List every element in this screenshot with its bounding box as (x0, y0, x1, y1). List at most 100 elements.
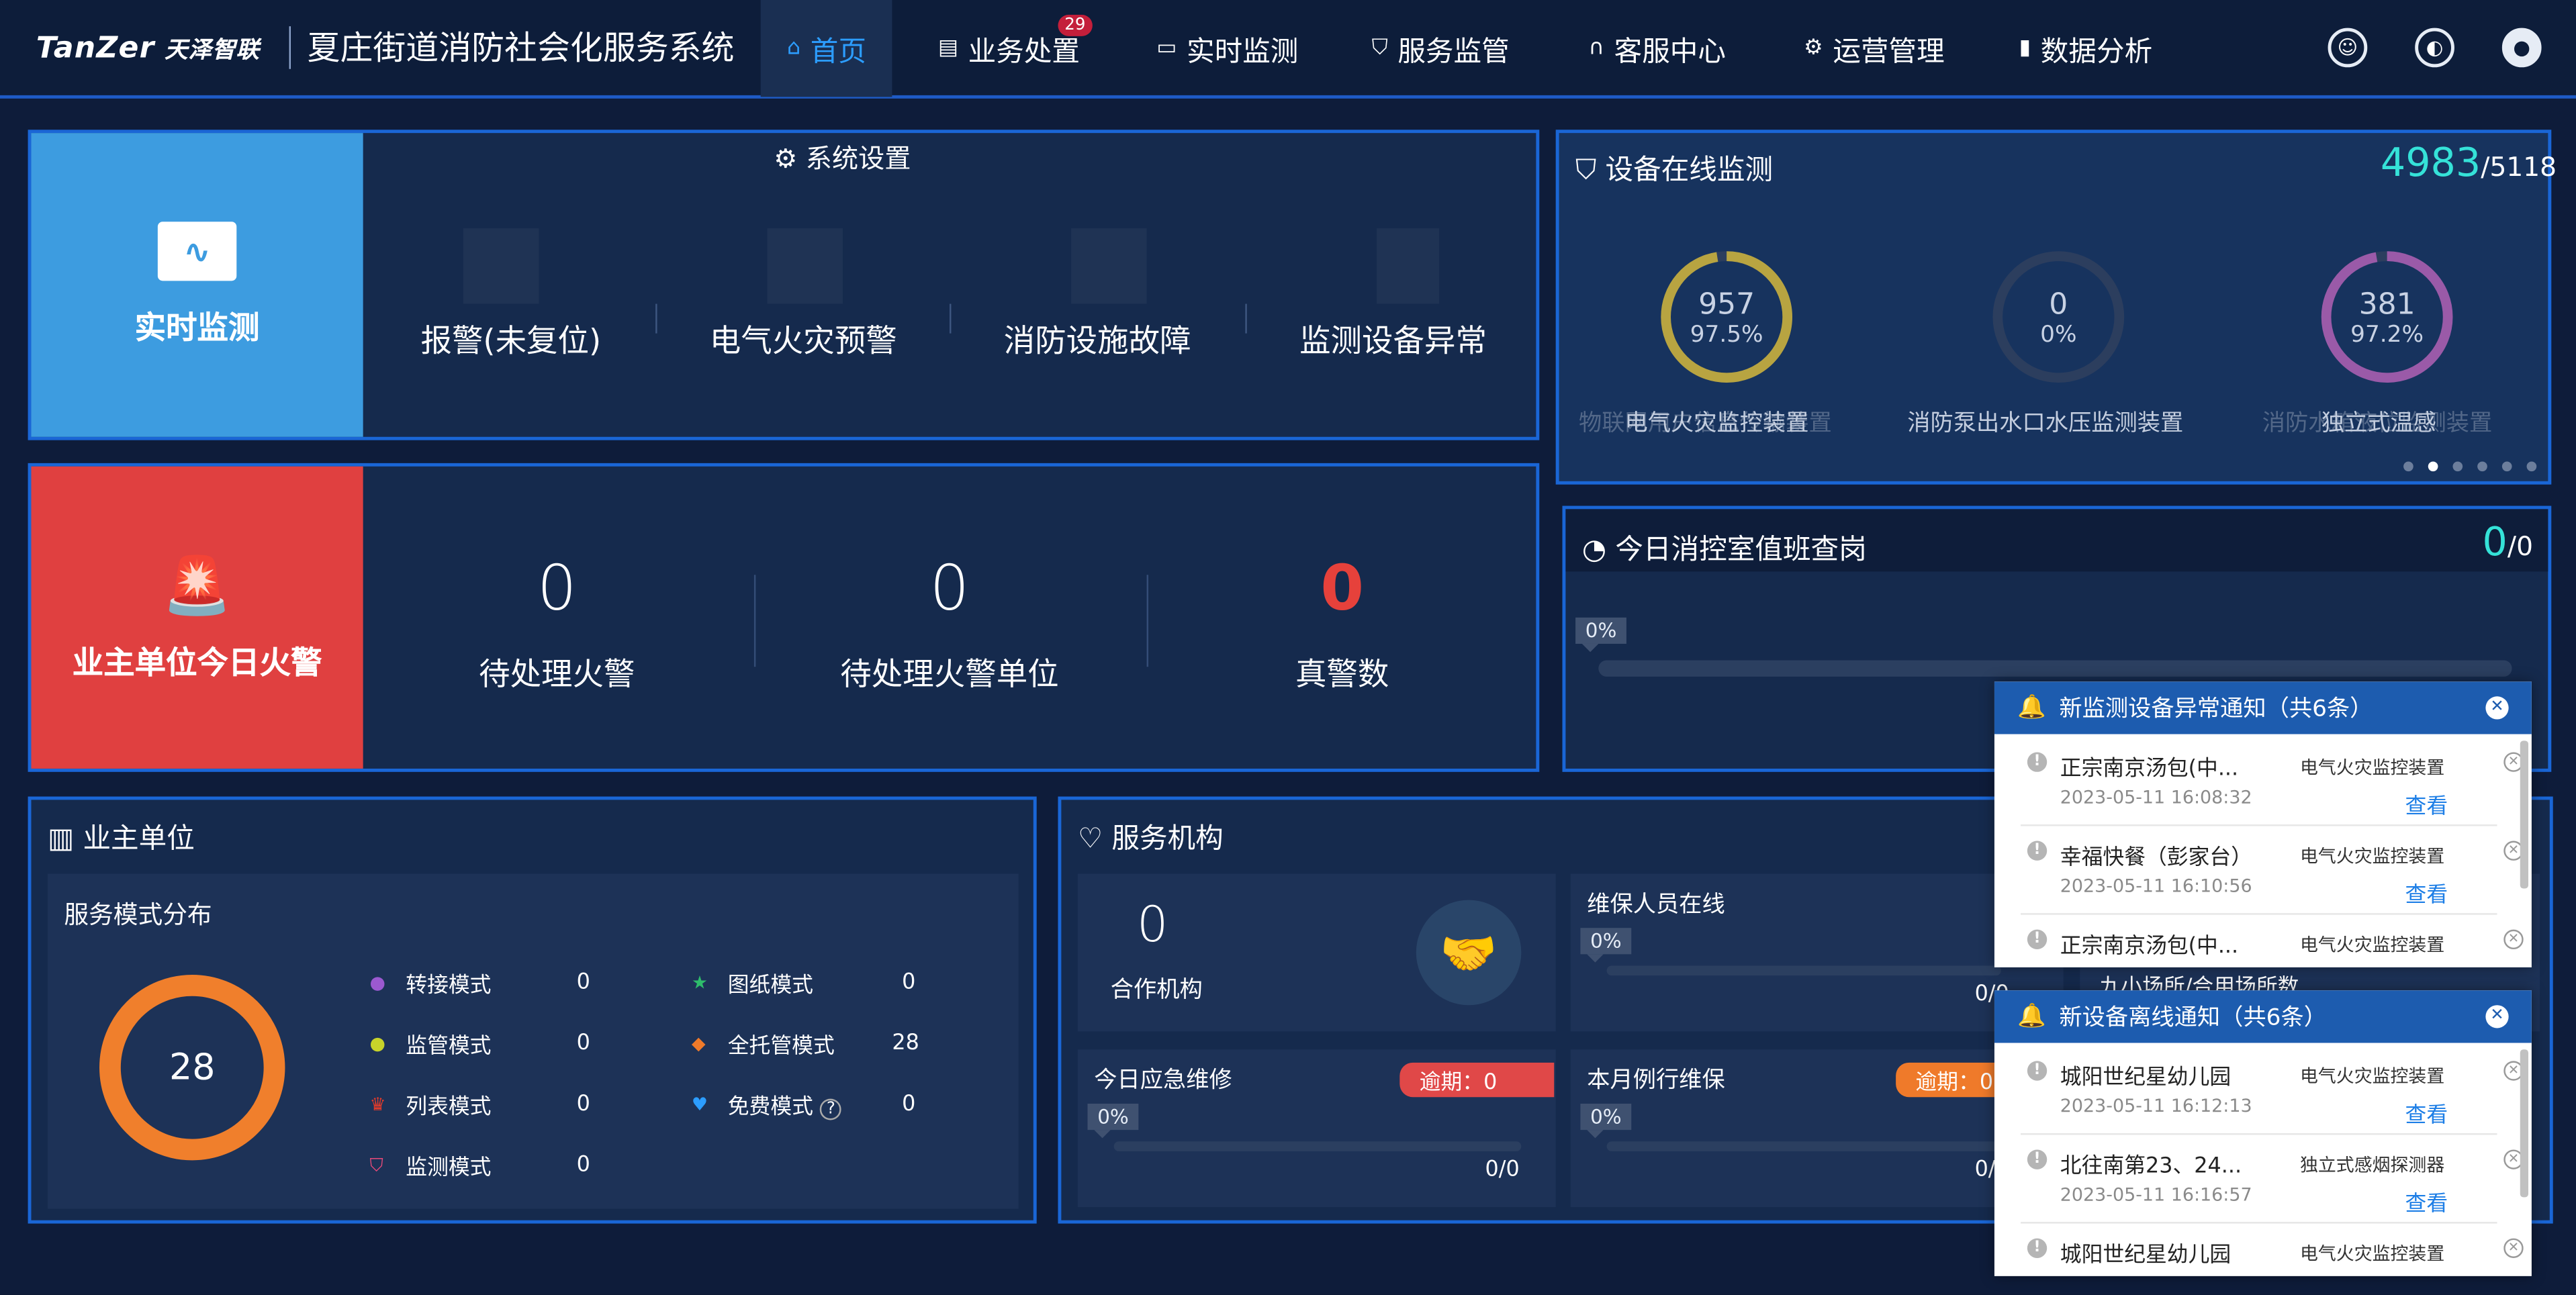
alarm-siren-icon: 🚨 (162, 553, 232, 619)
carousel-dot[interactable] (2477, 461, 2487, 472)
staff-online-progress (1606, 965, 2001, 976)
crown-icon: ♛ (369, 1094, 386, 1116)
carousel-dot[interactable] (2526, 461, 2537, 472)
view-link[interactable]: 查看 (2405, 788, 2448, 820)
ring-independent-temp[interactable]: 381 97.2% (2318, 248, 2456, 392)
view-link[interactable]: 查看 (2405, 1097, 2448, 1129)
emergency-percent: 0% (1087, 1103, 1139, 1139)
ring-independent-temp-label: 独立式温感 (2321, 410, 2437, 437)
abnormal-notification-popup: 🔔 新监测设备异常通知（共6条） ✕ ! 正宗南京汤包(中... 电气火灾监控装置… (1994, 681, 2532, 967)
check-icon: ● (369, 1033, 385, 1055)
routine-percent: 0% (1580, 1103, 1632, 1139)
duty-count: 0/0 (2482, 519, 2534, 565)
mode-monitor: ⛉ 监测模式 0 (369, 1153, 590, 1181)
nav-realtime[interactable]: ▭ 实时监测 (1130, 0, 1324, 97)
view-link[interactable]: 查看 (2405, 877, 2448, 908)
help-icon[interactable]: ? (820, 1098, 842, 1120)
nav-data-analysis[interactable]: ▮ 数据分析 (1992, 0, 2178, 97)
stat-alarm-unreset[interactable]: 报警(未复位) (396, 317, 626, 361)
scrollbar[interactable] (2520, 1049, 2529, 1198)
fire-alarm-panel: 🚨 业主单位今日火警 0 待处理火警 0 待处理火警单位 0 真警数 (28, 463, 1540, 772)
mode-full-custody: ◆ 全托管模式 28 (691, 1031, 919, 1059)
nav-operations[interactable]: ⚙ 运营管理 (1778, 0, 1971, 97)
gear-icon: ⚙ (774, 142, 798, 175)
document-icon: ▤ (937, 36, 958, 61)
info-icon: ! (2027, 752, 2048, 772)
brand-logo[interactable]: TanZer 天泽智联 (36, 31, 260, 65)
carousel-dot[interactable] (2501, 461, 2512, 472)
user-icon[interactable]: ● (2501, 28, 2542, 68)
nav-supervision[interactable]: ⛉ 服务监管 (1346, 0, 1536, 97)
service-mode-box: 服务模式分布 28 ● 转接模式 0 ★ 图纸模式 0 ● 监管模式 0 ◆ 全托管模式 28 … (47, 873, 1019, 1209)
notification-item[interactable]: ! 城阳世纪星幼儿园 电气火灾监控装置 ✕ (2021, 1224, 2524, 1276)
system-title: 夏庄街道消防社会化服务系统 (289, 26, 735, 69)
routine-maintenance-box[interactable]: 本月例行维保 逾期：0 0% 0/0 (1570, 1049, 2064, 1208)
stat-device-abnormal[interactable]: 监测设备异常 (1278, 317, 1508, 361)
staff-online-box[interactable]: 维保人员在线 0% 0/0 (1570, 873, 2064, 1032)
notification-item[interactable]: ! 幸福快餐（彭家台） 电气火灾监控装置 ✕ 2023-05-11 16:10:5… (2021, 826, 2524, 915)
notification-item[interactable]: ! 正宗南京汤包(中... 电气火灾监控装置 ✕ (2021, 915, 2524, 967)
star-icon: ★ (691, 972, 708, 994)
view-link[interactable]: 查看 (2405, 1186, 2448, 1217)
mode-list: ♛ 列表模式 0 (369, 1092, 590, 1120)
headset-icon: ∩ (1588, 36, 1604, 61)
building-icon: ▥ (47, 822, 75, 856)
heart-icon: ♥ (691, 1094, 708, 1116)
scrollbar[interactable] (2520, 740, 2529, 889)
abnormal-notification-header: 🔔 新监测设备异常通知（共6条） ✕ (1994, 681, 2532, 734)
system-settings-link[interactable]: ⚙ 系统设置 (774, 136, 911, 176)
ring-electric-fire-label: 电气火灾监控装置 (1624, 410, 1809, 437)
support-avatar-icon[interactable]: ☺ (2328, 28, 2368, 68)
pending-fire-unit-label: 待处理火警单位 (840, 657, 1059, 693)
divider (1245, 303, 1247, 334)
online-shield-icon: ⛉ (1575, 154, 1597, 187)
emergency-overdue-badge: 逾期：0 (1399, 1062, 1555, 1098)
emergency-ratio: 0/0 (1485, 1157, 1520, 1183)
globe-icon[interactable]: ◐ (2415, 28, 2454, 68)
dismiss-icon[interactable]: ✕ (2503, 1238, 2524, 1258)
nav-home[interactable]: ⌂ 首页 (760, 0, 893, 97)
info-icon: ! (2027, 929, 2048, 950)
service-mode-subtitle: 服务模式分布 (64, 900, 212, 930)
carousel-dots[interactable] (2403, 461, 2537, 472)
nav-customer-service[interactable]: ∩ 客服中心 (1563, 0, 1753, 97)
divider (1146, 575, 1149, 667)
device-online-title: ⛉ 设备在线监测 (1575, 154, 1774, 187)
close-icon[interactable]: ✕ (2485, 1005, 2509, 1028)
carousel-dot[interactable] (2403, 461, 2413, 472)
notification-item[interactable]: ! 北往南第23、24... 独立式感烟探测器 ✕ 2023-05-11 16:1… (2021, 1135, 2524, 1224)
emergency-repair-label: 今日应急维修 (1094, 1067, 1232, 1094)
alarm-count-placeholder (463, 228, 539, 304)
pending-fire-count: 0 (537, 551, 577, 624)
close-icon[interactable]: ✕ (2485, 696, 2509, 720)
mode-transfer: ● 转接模式 0 (369, 970, 590, 999)
shield-icon: ⛉ (1371, 36, 1388, 61)
real-alarm-label: 真警数 (1295, 657, 1389, 693)
facility-fault-placeholder (1071, 228, 1147, 304)
carousel-dot-active[interactable] (2428, 461, 2438, 472)
carousel-dot[interactable] (2452, 461, 2463, 472)
stat-electric-fire-warning[interactable]: 电气火灾预警 (688, 317, 918, 361)
staff-online-percent: 0% (1580, 928, 1632, 963)
partner-box[interactable]: 0 合作机构 🤝 (1077, 873, 1556, 1032)
offline-notification-header: 🔔 新设备离线通知（共6条） ✕ (1994, 990, 2532, 1043)
mode-drawing: ★ 图纸模式 0 (691, 970, 916, 999)
divider (950, 303, 952, 334)
handshake-icon: 🤝 (1416, 900, 1522, 1006)
bell-icon: 🔔 (2017, 694, 2046, 721)
routine-progress (1606, 1141, 2001, 1151)
stat-facility-fault[interactable]: 消防设施故障 (982, 317, 1212, 361)
dismiss-icon[interactable]: ✕ (2503, 929, 2524, 950)
device-online-count: 4983/5118 (2380, 139, 2557, 186)
top-header: TanZer 天泽智联 夏庄街道消防社会化服务系统 ⌂ 首页 ▤ 业务处置 29 ▭ 实… (0, 0, 2576, 99)
ring-electric-fire[interactable]: 957 97.5% (1657, 248, 1795, 392)
notification-item[interactable]: ! 城阳世纪星幼儿园 电气火灾监控装置 ✕ 2023-05-11 16:12:13… (2021, 1046, 2524, 1135)
emergency-repair-box[interactable]: 今日应急维修 逾期：0 0% 0/0 (1077, 1049, 1556, 1208)
fire-alarm-tile[interactable]: 🚨 业主单位今日火警 (31, 466, 363, 769)
bar-chart-icon: ▮ (2019, 36, 2031, 61)
ring-pump-pressure[interactable]: 0 0% (1990, 248, 2127, 392)
notification-item[interactable]: ! 正宗南京汤包(中... 电气火灾监控装置 ✕ 2023-05-11 16:08… (2021, 737, 2524, 826)
shield-icon: ⛉ (369, 1153, 383, 1176)
realtime-tile[interactable]: ∿ 实时监测 (31, 133, 363, 437)
divider (753, 575, 756, 667)
